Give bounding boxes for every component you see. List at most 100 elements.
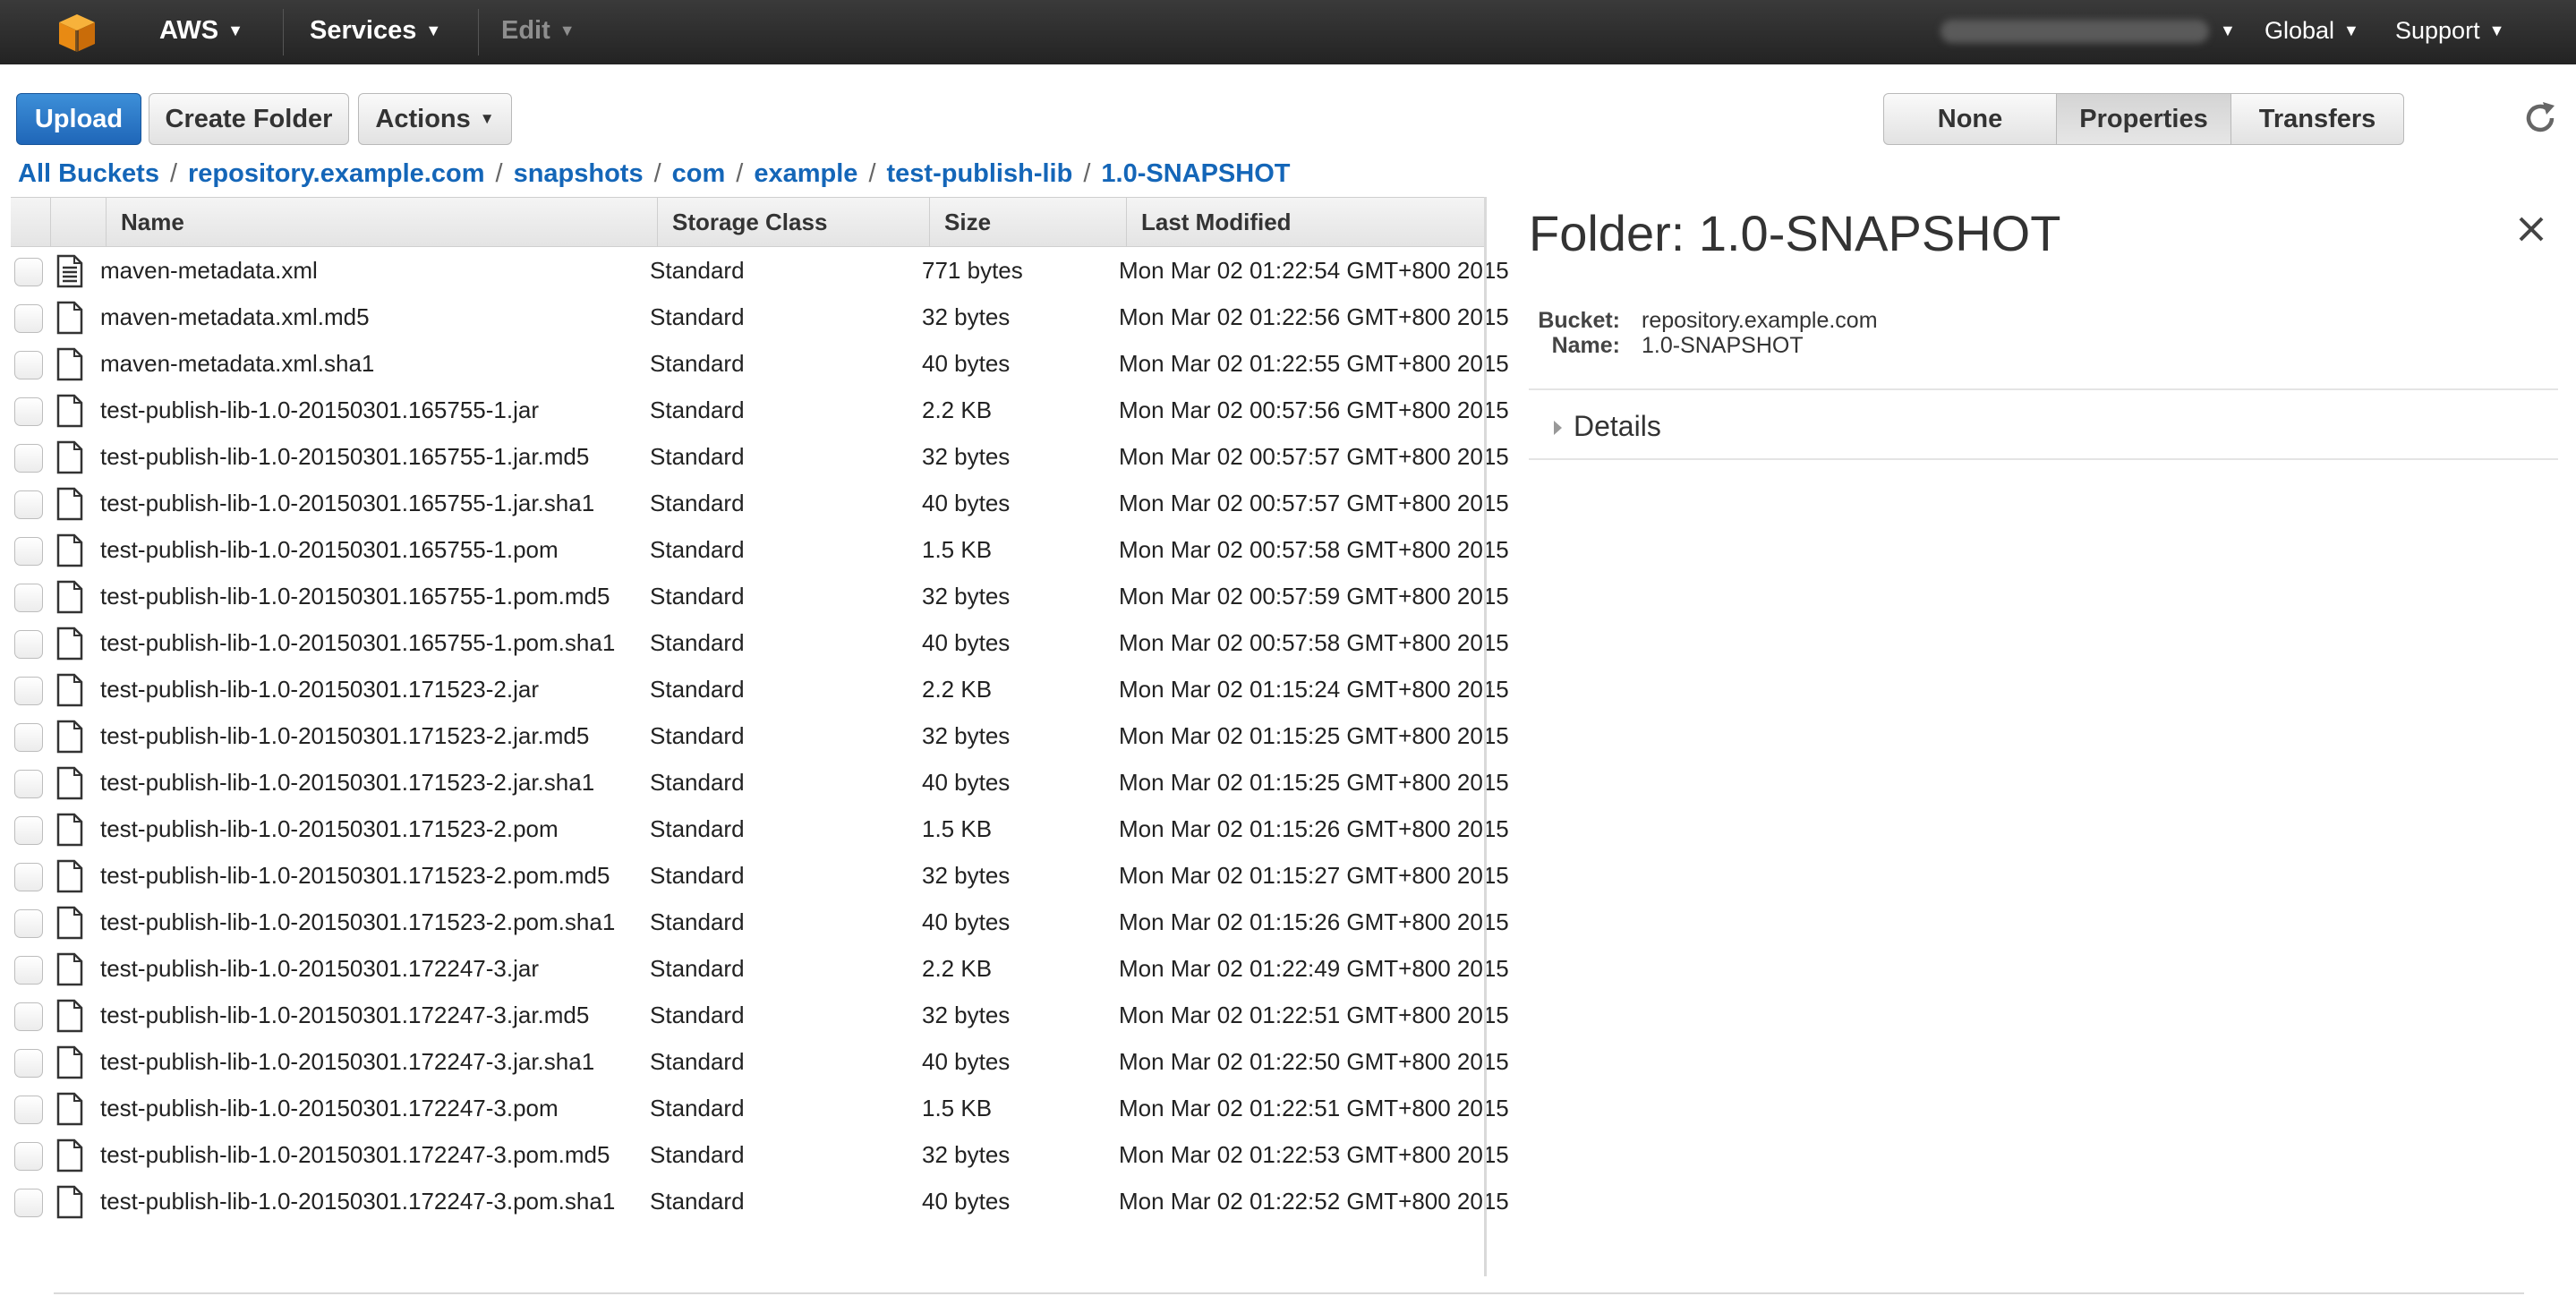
row-checkbox[interactable] bbox=[14, 1096, 43, 1124]
row-checkbox[interactable] bbox=[14, 1002, 43, 1031]
table-row[interactable]: test-publish-lib-1.0-20150301.171523-2.j… bbox=[11, 666, 1509, 712]
row-checkbox[interactable] bbox=[14, 863, 43, 891]
table-row[interactable]: test-publish-lib-1.0-20150301.172247-3.j… bbox=[11, 1038, 1509, 1085]
row-checkbox[interactable] bbox=[14, 304, 43, 333]
column-header-size[interactable]: Size bbox=[929, 198, 1126, 246]
view-none-button[interactable]: None bbox=[1883, 93, 2057, 145]
column-header-name[interactable]: Name bbox=[106, 198, 657, 246]
row-checkbox[interactable] bbox=[14, 816, 43, 845]
table-row[interactable]: maven-metadata.xml.md5 Standard 32 bytes Mo… bbox=[11, 294, 1509, 340]
row-checkbox[interactable] bbox=[14, 677, 43, 705]
table-row[interactable]: test-publish-lib-1.0-20150301.172247-3.p… bbox=[11, 1178, 1509, 1224]
row-checkbox[interactable] bbox=[14, 723, 43, 752]
row-checkbox[interactable] bbox=[14, 584, 43, 612]
row-checkbox[interactable] bbox=[14, 351, 43, 379]
aws-menu[interactable]: AWS ▼ bbox=[159, 0, 243, 64]
aws-menu-label: AWS bbox=[159, 16, 219, 45]
view-properties-button[interactable]: Properties bbox=[2056, 93, 2231, 145]
cell-name[interactable]: test-publish-lib-1.0-20150301.171523-2.j… bbox=[100, 666, 539, 712]
cell-name[interactable]: test-publish-lib-1.0-20150301.172247-3.p… bbox=[100, 1131, 610, 1178]
cell-name[interactable]: maven-metadata.xml.md5 bbox=[100, 294, 370, 340]
cell-size: 32 bytes bbox=[922, 1141, 1011, 1168]
top-navigation-bar: AWS ▼ Services ▼ Edit ▼ ▼ Global ▼ Support ▼ bbox=[0, 0, 2576, 64]
cell-storage-class: Standard bbox=[650, 350, 745, 377]
refresh-icon[interactable] bbox=[2522, 100, 2558, 136]
cell-name[interactable]: test-publish-lib-1.0-20150301.172247-3.j… bbox=[100, 992, 589, 1038]
cell-name[interactable]: test-publish-lib-1.0-20150301.171523-2.j… bbox=[100, 759, 594, 806]
table-row[interactable]: test-publish-lib-1.0-20150301.171523-2.p… bbox=[11, 806, 1509, 852]
table-row[interactable]: test-publish-lib-1.0-20150301.171523-2.p… bbox=[11, 852, 1509, 899]
cell-name[interactable]: test-publish-lib-1.0-20150301.171523-2.p… bbox=[100, 899, 615, 945]
cell-name[interactable]: test-publish-lib-1.0-20150301.171523-2.p… bbox=[100, 852, 610, 899]
cell-size: 32 bytes bbox=[922, 722, 1011, 749]
breadcrumb-bucket[interactable]: repository.example.com bbox=[188, 159, 484, 188]
select-all-column-header[interactable] bbox=[11, 198, 50, 246]
details-section-toggle[interactable]: Details bbox=[1529, 401, 2558, 460]
cell-name[interactable]: test-publish-lib-1.0-20150301.172247-3.p… bbox=[100, 1085, 559, 1131]
cell-name[interactable]: test-publish-lib-1.0-20150301.165755-1.p… bbox=[100, 526, 559, 573]
create-folder-button[interactable]: Create Folder bbox=[149, 93, 349, 145]
row-checkbox[interactable] bbox=[14, 397, 43, 426]
cell-name[interactable]: maven-metadata.xml.sha1 bbox=[100, 340, 374, 387]
table-row[interactable]: test-publish-lib-1.0-20150301.165755-1.j… bbox=[11, 387, 1509, 433]
cell-name[interactable]: test-publish-lib-1.0-20150301.165755-1.j… bbox=[100, 480, 594, 526]
resize-handle-icon[interactable]: ⋮ bbox=[1485, 679, 1497, 692]
cell-name[interactable]: test-publish-lib-1.0-20150301.165755-1.p… bbox=[100, 573, 610, 619]
region-menu[interactable]: Global ▼ bbox=[2265, 0, 2359, 64]
breadcrumb-folder-test-publish-lib[interactable]: test-publish-lib bbox=[887, 159, 1073, 188]
row-checkbox[interactable] bbox=[14, 1049, 43, 1078]
table-row[interactable]: test-publish-lib-1.0-20150301.172247-3.p… bbox=[11, 1131, 1509, 1178]
row-checkbox[interactable] bbox=[14, 258, 43, 286]
services-menu[interactable]: Services ▼ bbox=[310, 0, 441, 64]
cell-size: 40 bytes bbox=[922, 1048, 1011, 1075]
row-checkbox[interactable] bbox=[14, 444, 43, 473]
edit-menu[interactable]: Edit ▼ bbox=[501, 0, 576, 64]
actions-dropdown[interactable]: Actions ▼ bbox=[358, 93, 512, 145]
account-menu-caret[interactable]: ▼ bbox=[2211, 0, 2236, 64]
breadcrumb-folder-example[interactable]: example bbox=[754, 159, 857, 188]
aws-cube-logo-icon[interactable] bbox=[55, 11, 98, 54]
table-row[interactable]: test-publish-lib-1.0-20150301.172247-3.j… bbox=[11, 992, 1509, 1038]
cell-name[interactable]: test-publish-lib-1.0-20150301.171523-2.p… bbox=[100, 806, 559, 852]
row-checkbox[interactable] bbox=[14, 956, 43, 985]
cell-name[interactable]: test-publish-lib-1.0-20150301.172247-3.p… bbox=[100, 1178, 615, 1224]
table-row[interactable]: test-publish-lib-1.0-20150301.165755-1.p… bbox=[11, 573, 1509, 619]
table-row[interactable]: test-publish-lib-1.0-20150301.165755-1.p… bbox=[11, 619, 1509, 666]
cell-name[interactable]: maven-metadata.xml bbox=[100, 247, 318, 294]
column-header-last-modified[interactable]: Last Modified bbox=[1126, 198, 1486, 246]
row-checkbox[interactable] bbox=[14, 1142, 43, 1171]
row-checkbox[interactable] bbox=[14, 537, 43, 566]
table-row[interactable]: maven-metadata.xml.sha1 Standard 40 bytes M… bbox=[11, 340, 1509, 387]
close-icon[interactable] bbox=[2515, 213, 2547, 245]
row-checkbox[interactable] bbox=[14, 909, 43, 938]
breadcrumb-all-buckets[interactable]: All Buckets bbox=[18, 159, 159, 188]
cell-name[interactable]: test-publish-lib-1.0-20150301.165755-1.j… bbox=[100, 387, 539, 433]
account-name-redacted[interactable] bbox=[1941, 20, 2209, 43]
table-row[interactable]: test-publish-lib-1.0-20150301.171523-2.j… bbox=[11, 759, 1509, 806]
table-row[interactable]: maven-metadata.xml Standard 771 bytes Mon M… bbox=[11, 247, 1509, 294]
row-checkbox[interactable] bbox=[14, 1189, 43, 1217]
cell-name[interactable]: test-publish-lib-1.0-20150301.172247-3.j… bbox=[100, 1038, 594, 1085]
table-row[interactable]: test-publish-lib-1.0-20150301.172247-3.p… bbox=[11, 1085, 1509, 1131]
view-transfers-button[interactable]: Transfers bbox=[2231, 93, 2404, 145]
row-checkbox[interactable] bbox=[14, 630, 43, 659]
table-row[interactable]: test-publish-lib-1.0-20150301.172247-3.j… bbox=[11, 945, 1509, 992]
cell-storage-class: Standard bbox=[650, 303, 745, 330]
column-header-storage-class[interactable]: Storage Class bbox=[657, 198, 929, 246]
row-checkbox[interactable] bbox=[14, 770, 43, 798]
table-row[interactable]: test-publish-lib-1.0-20150301.171523-2.j… bbox=[11, 712, 1509, 759]
table-row[interactable]: test-publish-lib-1.0-20150301.165755-1.p… bbox=[11, 526, 1509, 573]
support-menu[interactable]: Support ▼ bbox=[2395, 0, 2504, 64]
table-row[interactable]: test-publish-lib-1.0-20150301.165755-1.j… bbox=[11, 433, 1509, 480]
table-row[interactable]: test-publish-lib-1.0-20150301.171523-2.p… bbox=[11, 899, 1509, 945]
cell-name[interactable]: test-publish-lib-1.0-20150301.165755-1.j… bbox=[100, 433, 589, 480]
breadcrumb-current-folder[interactable]: 1.0-SNAPSHOT bbox=[1101, 159, 1290, 188]
cell-name[interactable]: test-publish-lib-1.0-20150301.171523-2.j… bbox=[100, 712, 589, 759]
cell-name[interactable]: test-publish-lib-1.0-20150301.165755-1.p… bbox=[100, 619, 615, 666]
breadcrumb-folder-snapshots[interactable]: snapshots bbox=[514, 159, 644, 188]
row-checkbox[interactable] bbox=[14, 490, 43, 519]
breadcrumb-folder-com[interactable]: com bbox=[672, 159, 726, 188]
upload-button[interactable]: Upload bbox=[16, 93, 141, 145]
cell-name[interactable]: test-publish-lib-1.0-20150301.172247-3.j… bbox=[100, 945, 539, 992]
table-row[interactable]: test-publish-lib-1.0-20150301.165755-1.j… bbox=[11, 480, 1509, 526]
